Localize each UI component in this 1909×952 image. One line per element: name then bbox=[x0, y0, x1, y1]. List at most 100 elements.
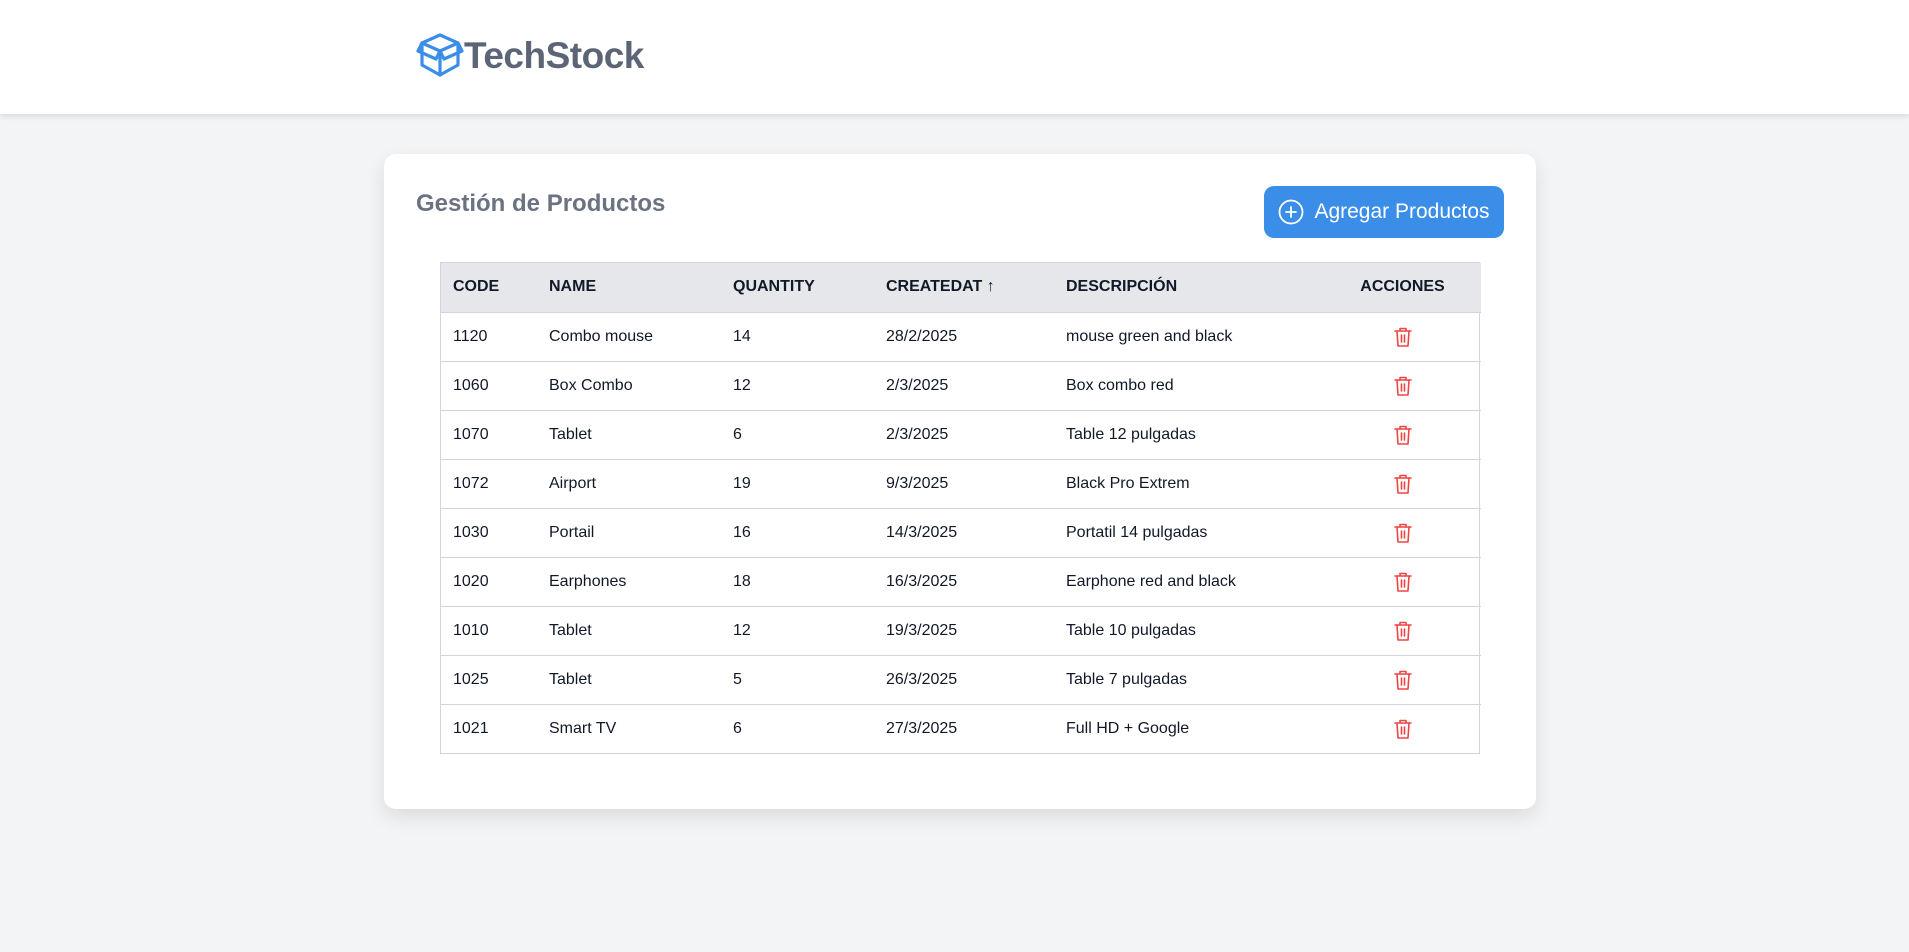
cell-createdat: 27/3/2025 bbox=[886, 719, 958, 737]
column-header-description[interactable]: DESCRIPCIÓN bbox=[1054, 263, 1324, 312]
cell-name: Airport bbox=[549, 474, 597, 492]
brand-name: TechStock bbox=[464, 35, 644, 76]
cell-createdat: 9/3/2025 bbox=[886, 474, 949, 492]
cell-createdat: 14/3/2025 bbox=[886, 523, 958, 541]
trash-icon bbox=[1393, 425, 1412, 445]
cell-description: Earphone red and black bbox=[1066, 572, 1236, 590]
table-row: 1070 Tablet 6 2/3/2025 Table 12 pulgadas bbox=[441, 410, 1481, 459]
table-row: 1025 Tablet 5 26/3/2025 Table 7 pulgadas bbox=[441, 655, 1481, 704]
cell-name: Combo mouse bbox=[549, 327, 654, 345]
cell-actions bbox=[1324, 361, 1481, 410]
trash-icon bbox=[1393, 719, 1412, 739]
cell-name: Portail bbox=[549, 523, 595, 541]
cell-quantity: 12 bbox=[733, 621, 751, 639]
cell-actions bbox=[1324, 655, 1481, 704]
cell-code: 1120 bbox=[453, 327, 488, 345]
add-products-button[interactable]: Agregar Productos bbox=[1264, 186, 1504, 238]
table-row: 1020 Earphones 18 16/3/2025 Earphone red and… bbox=[441, 557, 1481, 606]
cell-actions bbox=[1324, 557, 1481, 606]
cell-name: Smart TV bbox=[549, 719, 617, 737]
cell-name: Earphones bbox=[549, 572, 627, 590]
products-table-container: CODE NAME QUANTITY CREATEDAT ↑ DESCRIPCI… bbox=[440, 262, 1481, 754]
page-title: Gestión de Productos bbox=[416, 190, 666, 217]
cell-quantity: 16 bbox=[733, 523, 751, 541]
cell-createdat: 28/2/2025 bbox=[886, 327, 958, 345]
cell-code: 1010 bbox=[453, 621, 489, 639]
cell-quantity: 6 bbox=[733, 425, 742, 443]
cell-createdat: 19/3/2025 bbox=[886, 621, 958, 639]
delete-button[interactable] bbox=[1393, 572, 1413, 592]
table-row: 1010 Tablet 12 19/3/2025 Table 10 pulgadas bbox=[441, 606, 1481, 655]
delete-button[interactable] bbox=[1393, 719, 1413, 739]
table-header: CODE NAME QUANTITY CREATEDAT ↑ DESCRIPCI… bbox=[441, 263, 1481, 312]
cell-code: 1020 bbox=[453, 572, 489, 590]
plus-circle-icon bbox=[1279, 199, 1304, 225]
table-row: 1120 Combo mouse 14 28/2/2025 mouse green an… bbox=[441, 312, 1481, 361]
cell-createdat: 16/3/2025 bbox=[886, 572, 958, 590]
column-header-code[interactable]: CODE bbox=[441, 263, 537, 312]
cell-actions bbox=[1324, 606, 1481, 655]
cell-actions bbox=[1324, 704, 1481, 753]
delete-button[interactable] bbox=[1393, 376, 1413, 396]
products-card: Gestión de Productos Agregar Productos C… bbox=[384, 154, 1536, 809]
trash-icon bbox=[1393, 376, 1412, 396]
cell-code: 1025 bbox=[453, 670, 489, 688]
cell-quantity: 14 bbox=[733, 327, 751, 345]
cell-quantity: 5 bbox=[733, 670, 742, 688]
cell-code: 1030 bbox=[453, 523, 489, 541]
cell-description: Table 12 pulgadas bbox=[1066, 425, 1196, 443]
products-table: CODE NAME QUANTITY CREATEDAT ↑ DESCRIPCI… bbox=[441, 263, 1481, 753]
table-row: 1060 Box Combo 12 2/3/2025 Box combo red bbox=[441, 361, 1481, 410]
cell-actions bbox=[1324, 508, 1481, 557]
cell-name: Tablet bbox=[549, 621, 592, 639]
delete-button[interactable] bbox=[1393, 425, 1413, 445]
cell-quantity: 19 bbox=[733, 474, 751, 492]
cell-name: Box Combo bbox=[549, 376, 633, 394]
table-body: 1120 Combo mouse 14 28/2/2025 mouse green an… bbox=[441, 312, 1481, 753]
delete-button[interactable] bbox=[1393, 621, 1413, 641]
column-header-quantity[interactable]: QUANTITY bbox=[721, 263, 874, 312]
cell-name: Tablet bbox=[549, 670, 592, 688]
delete-button[interactable] bbox=[1393, 474, 1413, 494]
trash-icon bbox=[1393, 670, 1412, 690]
delete-button[interactable] bbox=[1393, 327, 1413, 347]
cell-actions bbox=[1324, 410, 1481, 459]
trash-icon bbox=[1393, 474, 1412, 494]
trash-icon bbox=[1393, 327, 1412, 347]
cell-description: Table 7 pulgadas bbox=[1066, 670, 1187, 688]
cell-code: 1060 bbox=[453, 376, 489, 394]
cell-createdat: 2/3/2025 bbox=[886, 425, 949, 443]
cell-description: mouse green and black bbox=[1066, 327, 1233, 345]
top-navbar: TechStock bbox=[0, 0, 1909, 114]
cell-createdat: 26/3/2025 bbox=[886, 670, 958, 688]
cell-code: 1021 bbox=[453, 719, 489, 737]
column-header-createdat[interactable]: CREATEDAT ↑ bbox=[874, 263, 1054, 312]
cell-quantity: 6 bbox=[733, 719, 742, 737]
cell-code: 1070 bbox=[453, 425, 489, 443]
add-products-label: Agregar Productos bbox=[1314, 200, 1490, 223]
trash-icon bbox=[1393, 523, 1412, 543]
table-row: 1021 Smart TV 6 27/3/2025 Full HD + Google bbox=[441, 704, 1481, 753]
trash-icon bbox=[1393, 572, 1412, 592]
delete-button[interactable] bbox=[1393, 670, 1413, 690]
package-box-icon bbox=[416, 33, 464, 77]
cell-code: 1072 bbox=[453, 474, 489, 492]
cell-description: Full HD + Google bbox=[1066, 719, 1190, 737]
column-header-actions: ACCIONES bbox=[1360, 278, 1445, 296]
cell-name: Tablet bbox=[549, 425, 592, 443]
cell-createdat: 2/3/2025 bbox=[886, 376, 949, 394]
cell-quantity: 18 bbox=[733, 572, 751, 590]
brand-logo[interactable]: TechStock bbox=[416, 30, 644, 82]
cell-actions bbox=[1324, 459, 1481, 508]
table-row: 1030 Portail 16 14/3/2025 Portatil 14 pulgad… bbox=[441, 508, 1481, 557]
column-header-name[interactable]: NAME bbox=[537, 263, 721, 312]
cell-actions bbox=[1324, 312, 1481, 361]
delete-button[interactable] bbox=[1393, 523, 1413, 543]
cell-quantity: 12 bbox=[733, 376, 751, 394]
trash-icon bbox=[1393, 621, 1412, 641]
cell-description: Box combo red bbox=[1066, 376, 1174, 394]
table-row: 1072 Airport 19 9/3/2025 Black Pro Extrem bbox=[441, 459, 1481, 508]
cell-description: Black Pro Extrem bbox=[1066, 474, 1190, 492]
cell-description: Table 10 pulgadas bbox=[1066, 621, 1196, 639]
cell-description: Portatil 14 pulgadas bbox=[1066, 523, 1208, 541]
